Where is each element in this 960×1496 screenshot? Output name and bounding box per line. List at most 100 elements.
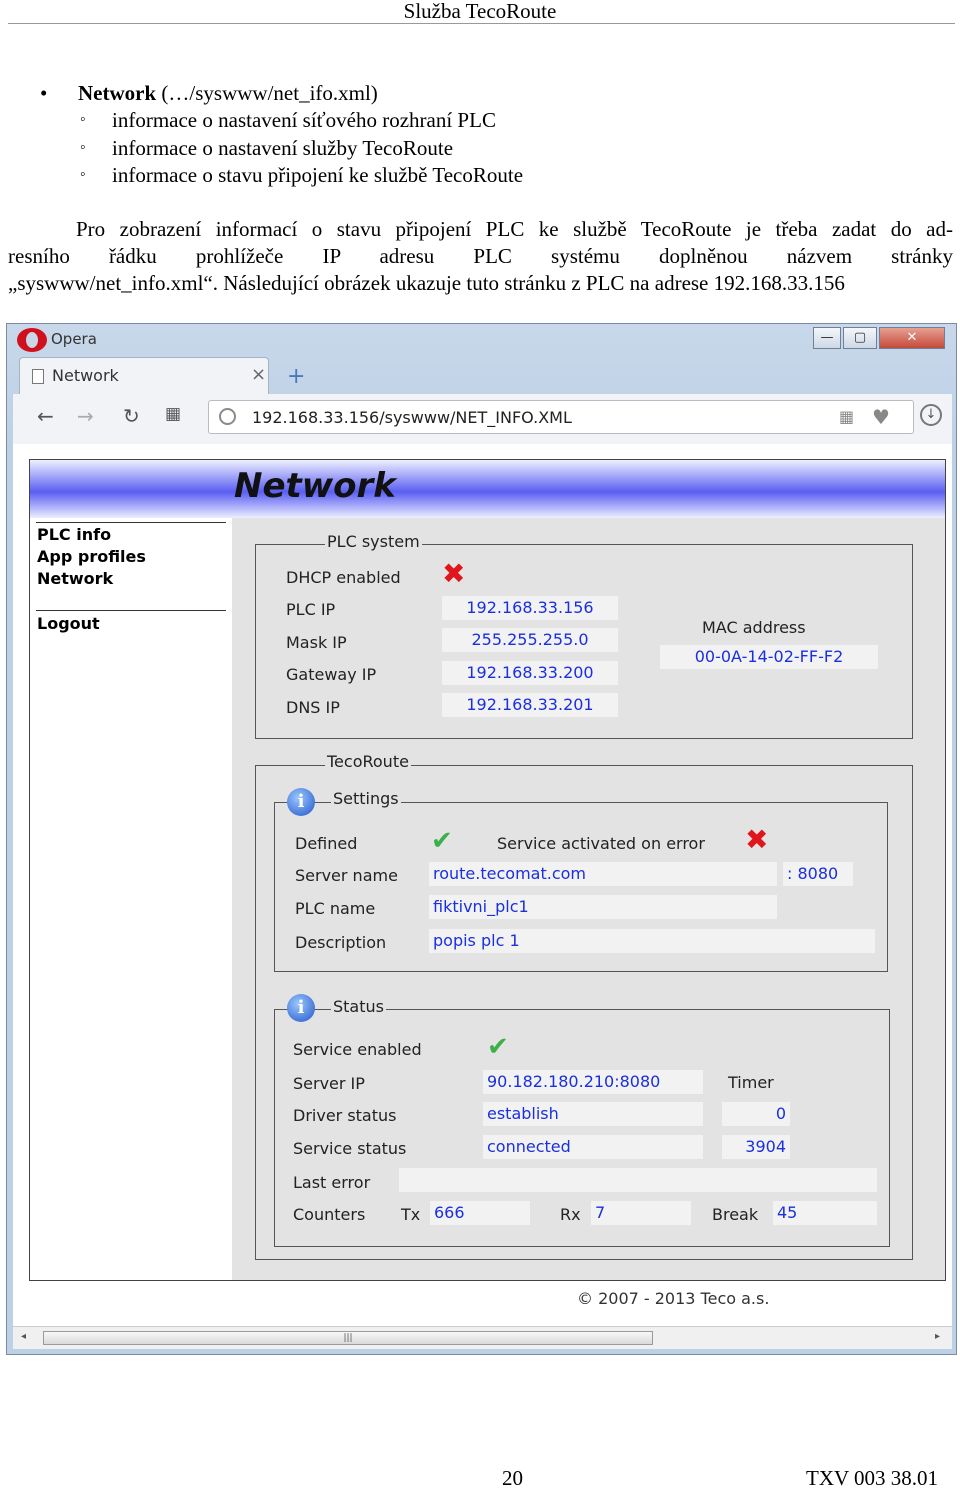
timer-value-2: 3904 bbox=[722, 1135, 790, 1159]
checkmark-icon: ✔ bbox=[431, 826, 453, 856]
service-status-value: connected bbox=[483, 1135, 703, 1159]
paragraph-line: „syswww/net_info.xml“. Následující obráz… bbox=[8, 271, 845, 295]
checkmark-icon: ✔ bbox=[487, 1032, 509, 1062]
driver-status-label: Driver status bbox=[293, 1106, 397, 1125]
dns-label: DNS IP bbox=[286, 698, 340, 717]
close-window-button[interactable]: ✕ bbox=[879, 327, 945, 349]
paragraph-line: resního řádku prohlížeče IP adresu PLC s… bbox=[8, 244, 953, 268]
close-tab-icon[interactable]: × bbox=[251, 364, 266, 385]
page-number: 20 bbox=[502, 1466, 523, 1490]
bullet-main: Network (…/syswww/net_ifo.xml) bbox=[78, 80, 378, 106]
minimize-button[interactable]: — bbox=[813, 327, 841, 349]
bullet-main-path: (…/syswww/net_ifo.xml) bbox=[156, 81, 378, 105]
tx-label: Tx bbox=[401, 1205, 421, 1224]
address-bar[interactable]: 192.168.33.156/syswww/NET_INFO.XML ▦ ♥ bbox=[208, 400, 914, 434]
last-error-value bbox=[399, 1168, 877, 1192]
sub-bullet-3: informace o stavu připojení ke službě Te… bbox=[112, 163, 524, 187]
activated-on-error-label: Service activated on error bbox=[497, 834, 705, 853]
cross-icon: ✖ bbox=[442, 557, 466, 590]
reload-icon[interactable]: ↻ bbox=[123, 404, 140, 428]
break-label: Break bbox=[712, 1205, 759, 1224]
page-banner: Network bbox=[30, 460, 945, 518]
plc-ip-label: PLC IP bbox=[286, 600, 336, 619]
server-name-value: route.tecomat.com bbox=[429, 862, 777, 886]
site-globe-icon bbox=[219, 408, 236, 425]
content-area: PLC system DHCP enabled ✖ PLC IP 192.168… bbox=[232, 518, 945, 1280]
paragraph-line: Pro zobrazení informací o stavu připojen… bbox=[76, 217, 953, 241]
cross-icon: ✖ bbox=[745, 823, 769, 856]
plc-name-label: PLC name bbox=[295, 899, 376, 918]
break-value: 45 bbox=[773, 1201, 877, 1225]
sidebar-item-plc-info[interactable]: PLC info bbox=[37, 525, 111, 544]
scroll-right-arrow-icon[interactable]: ▸ bbox=[935, 1331, 940, 1342]
tx-value: 666 bbox=[430, 1201, 530, 1225]
mask-label: Mask IP bbox=[286, 633, 347, 652]
tab-title: Network bbox=[52, 366, 119, 385]
horizontal-scrollbar[interactable]: ◂ ||| ▸ bbox=[13, 1326, 952, 1349]
browser-toolbar: ← → ↻ ▦ 192.168.33.156/syswww/NET_INFO.X… bbox=[13, 394, 952, 444]
dns-value: 192.168.33.201 bbox=[442, 693, 618, 717]
rx-value: 7 bbox=[591, 1201, 691, 1225]
sidebar: PLC info App profiles Network Logout bbox=[30, 518, 232, 1280]
dhcp-label: DHCP enabled bbox=[286, 568, 401, 587]
bullet-main-bold: Network bbox=[78, 81, 157, 105]
sidebar-item-network[interactable]: Network bbox=[37, 569, 113, 588]
description-value: popis plc 1 bbox=[429, 929, 875, 953]
plc-ip-value: 192.168.33.156 bbox=[442, 596, 618, 620]
rx-label: Rx bbox=[560, 1205, 581, 1224]
server-name-label: Server name bbox=[295, 866, 398, 885]
last-error-label: Last error bbox=[293, 1173, 371, 1192]
stash-grid-icon[interactable]: ▦ bbox=[839, 407, 854, 426]
maximize-button[interactable]: ▢ bbox=[843, 327, 877, 349]
gateway-value: 192.168.33.200 bbox=[442, 661, 618, 685]
service-enabled-label: Service enabled bbox=[293, 1040, 422, 1059]
scroll-left-arrow-icon[interactable]: ◂ bbox=[21, 1331, 26, 1342]
sub-bullet-2: informace o nastavení služby TecoRoute bbox=[112, 136, 454, 160]
counters-label: Counters bbox=[293, 1205, 366, 1224]
header-divider bbox=[8, 23, 955, 24]
info-icon: i bbox=[287, 788, 315, 816]
url-text[interactable]: 192.168.33.156/syswww/NET_INFO.XML bbox=[252, 408, 572, 427]
new-tab-plus-icon[interactable]: + bbox=[287, 364, 305, 389]
browser-tab[interactable]: Network × bbox=[19, 357, 269, 395]
page-title: Network bbox=[234, 466, 396, 506]
sidebar-divider bbox=[36, 610, 226, 611]
server-ip-value: 90.182.180.210:8080 bbox=[483, 1070, 703, 1094]
description-label: Description bbox=[295, 933, 387, 952]
sub-bullet-marker: ◦ bbox=[80, 111, 86, 128]
sub-bullet-1: informace o nastavení síťového rozhraní … bbox=[112, 108, 496, 132]
plc-name-value: fiktivni_plc1 bbox=[429, 895, 777, 919]
timer-value-1: 0 bbox=[722, 1102, 790, 1126]
server-port-value: : 8080 bbox=[783, 862, 853, 886]
page-icon bbox=[32, 369, 44, 384]
sidebar-divider bbox=[36, 522, 226, 523]
heart-icon[interactable]: ♥ bbox=[872, 405, 890, 429]
sub-bullet-marker: ◦ bbox=[80, 166, 86, 183]
service-status-label: Service status bbox=[293, 1139, 407, 1158]
mask-value: 255.255.255.0 bbox=[442, 628, 618, 652]
mac-label: MAC address bbox=[702, 618, 806, 637]
download-icon[interactable]: ↓ bbox=[920, 404, 942, 426]
timer-label: Timer bbox=[728, 1073, 774, 1092]
document-id: TXV 003 38.01 bbox=[806, 1466, 939, 1490]
browser-app-name: Opera bbox=[51, 330, 97, 348]
defined-label: Defined bbox=[295, 834, 358, 853]
mac-value: 00-0A-14-02-FF-F2 bbox=[660, 645, 878, 669]
bullet-dot: • bbox=[40, 81, 48, 105]
body-paragraph: Pro zobrazení informací o stavu připojen… bbox=[8, 216, 953, 297]
status-legend: Status bbox=[331, 997, 386, 1016]
speed-dial-grid-icon[interactable]: ▦ bbox=[165, 404, 181, 424]
gateway-label: Gateway IP bbox=[286, 665, 377, 684]
settings-legend: Settings bbox=[331, 789, 401, 808]
info-icon: i bbox=[287, 994, 315, 1022]
forward-arrow-icon[interactable]: → bbox=[77, 404, 94, 428]
sidebar-item-app-profiles[interactable]: App profiles bbox=[37, 547, 146, 566]
scrollbar-thumb[interactable]: ||| bbox=[43, 1331, 653, 1345]
server-ip-label: Server IP bbox=[293, 1074, 365, 1093]
back-arrow-icon[interactable]: ← bbox=[37, 404, 54, 428]
opera-logo-icon bbox=[17, 328, 47, 352]
plc-system-legend: PLC system bbox=[325, 532, 422, 551]
sub-bullet-marker: ◦ bbox=[80, 139, 86, 156]
sidebar-item-logout[interactable]: Logout bbox=[37, 614, 100, 633]
network-webpage: Network PLC info App profiles Network Lo… bbox=[29, 459, 946, 1281]
